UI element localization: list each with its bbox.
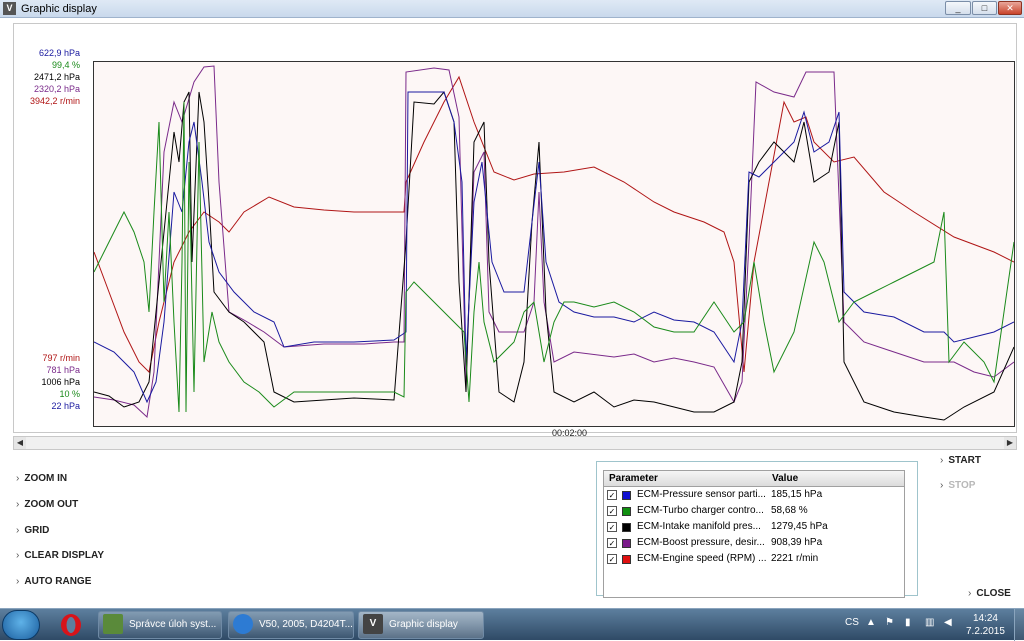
- grid-button[interactable]: › GRID: [16, 525, 49, 536]
- series-line-boost-pressure: [94, 65, 1014, 419]
- row-checkbox[interactable]: ✓: [607, 506, 617, 516]
- network-icon[interactable]: ▥: [925, 617, 934, 628]
- series-line-engine-speed: [94, 75, 1014, 374]
- parameter-name: ECM-Pressure sensor parti...: [637, 489, 766, 500]
- scroll-right-icon[interactable]: ▶: [1004, 437, 1016, 449]
- show-hidden-icons-icon[interactable]: ▲: [866, 617, 876, 628]
- taskbar-item-graphic-display[interactable]: V Graphic display: [358, 611, 484, 639]
- show-desktop-button[interactable]: [1014, 609, 1024, 641]
- parameter-value: 1279,45 hPa: [771, 521, 828, 532]
- axis-bottom-label-2: 781 hPa: [46, 365, 80, 375]
- parameter-panel: Parameter Value ✓ ECM-Pressure sensor pa…: [596, 461, 918, 598]
- header-parameter: Parameter: [609, 473, 658, 484]
- parameter-value: 908,39 hPa: [771, 537, 823, 548]
- row-checkbox[interactable]: ✓: [607, 490, 617, 500]
- axis-top-label-1: 622,9 hPa: [38, 48, 80, 58]
- table-row[interactable]: ✓ ECM-Turbo charger contro... 58,68 %: [604, 503, 904, 519]
- chevron-right-icon: ›: [16, 550, 20, 561]
- auto-range-button[interactable]: › AUTO RANGE: [16, 576, 91, 587]
- chevron-right-icon: ›: [16, 576, 20, 587]
- zoom-out-button[interactable]: › ZOOM OUT: [16, 499, 78, 510]
- parameter-name: ECM-Engine speed (RPM) ...: [637, 553, 767, 564]
- chevron-right-icon: ›: [16, 499, 20, 510]
- scroll-left-icon[interactable]: ◀: [14, 437, 26, 449]
- series-line-pressure-sensor: [94, 91, 1014, 404]
- title-bar: V Graphic display _ □ ✕: [0, 0, 1024, 18]
- axis-bottom-label-5: 22 hPa: [51, 401, 80, 411]
- close-window-button[interactable]: ✕: [998, 1, 1022, 15]
- taskbar: Správce úloh syst... V50, 2005, D4204T..…: [0, 608, 1024, 641]
- table-empty-area: [604, 567, 904, 597]
- axis-top-label-5: 3942,2 r/min: [29, 96, 80, 106]
- row-checkbox[interactable]: ✓: [607, 554, 617, 564]
- color-swatch: [622, 523, 631, 532]
- color-swatch: [622, 507, 631, 516]
- color-swatch: [622, 555, 631, 564]
- axis-bottom-label-1: 797 r/min: [42, 353, 80, 363]
- parameter-name: ECM-Boost pressure, desir...: [637, 537, 765, 548]
- clear-display-button[interactable]: › CLEAR DISPLAY: [16, 550, 104, 561]
- parameter-name: ECM-Intake manifold pres...: [637, 521, 761, 532]
- parameter-value: 2221 r/min: [771, 553, 819, 564]
- internet-explorer-icon: [233, 614, 253, 635]
- series-line-turbo-control: [94, 101, 1014, 413]
- parameter-table: Parameter Value ✓ ECM-Pressure sensor pa…: [603, 470, 905, 598]
- close-button[interactable]: › CLOSE: [968, 588, 1011, 599]
- maximize-button[interactable]: □: [972, 1, 997, 15]
- windows-start-icon[interactable]: [2, 610, 40, 640]
- table-header: Parameter Value: [604, 471, 904, 487]
- table-row[interactable]: ✓ ECM-Boost pressure, desir... 908,39 hP…: [604, 535, 904, 551]
- row-checkbox[interactable]: ✓: [607, 538, 617, 548]
- language-indicator[interactable]: CS: [845, 617, 859, 628]
- clock-date: 7.2.2015: [966, 626, 1005, 637]
- task-manager-icon: [103, 614, 123, 635]
- chevron-right-icon: ›: [16, 525, 20, 536]
- plot-canvas[interactable]: [93, 61, 1015, 427]
- clock-time: 14:24: [972, 613, 998, 624]
- system-clock[interactable]: 14:24 7.2.2015: [966, 612, 1005, 638]
- stop-button: › STOP: [940, 480, 976, 491]
- axis-top-label-4: 2320,2 hPa: [33, 84, 80, 94]
- taskbar-item-task-manager[interactable]: Správce úloh syst...: [98, 611, 222, 639]
- header-value: Value: [772, 473, 799, 484]
- axis-bottom-label-4: 10 %: [59, 389, 80, 399]
- opera-browser-icon[interactable]: [56, 612, 86, 638]
- chevron-right-icon: ›: [968, 588, 972, 599]
- taskbar-item-internet-explorer[interactable]: V50, 2005, D4204T...: [228, 611, 354, 639]
- table-row[interactable]: ✓ ECM-Engine speed (RPM) ... 2221 r/min: [604, 551, 904, 567]
- minimize-button[interactable]: _: [945, 1, 971, 15]
- horizontal-scrollbar[interactable]: ◀ ▶: [13, 436, 1017, 450]
- window-title: Graphic display: [21, 3, 97, 15]
- action-center-flag-icon[interactable]: ⚑: [885, 617, 894, 628]
- vida-app-icon: V: [363, 614, 383, 635]
- axis-bottom-label-3: 1006 hPa: [41, 377, 80, 387]
- chevron-right-icon: ›: [940, 455, 944, 466]
- volume-icon[interactable]: ◀: [944, 617, 952, 628]
- zoom-in-button[interactable]: › ZOOM IN: [16, 473, 67, 484]
- battery-icon[interactable]: ▮: [905, 617, 911, 628]
- chevron-right-icon: ›: [940, 480, 944, 491]
- series-line-intake-manifold: [94, 90, 1014, 421]
- color-swatch: [622, 491, 631, 500]
- parameter-name: ECM-Turbo charger contro...: [637, 505, 764, 516]
- main-content: 622,9 hPa 99,4 % 2471,2 hPa 2320,2 hPa 3…: [0, 18, 1024, 608]
- axis-top-label-2: 99,4 %: [51, 60, 80, 70]
- table-row[interactable]: ✓ ECM-Pressure sensor parti... 185,15 hP…: [604, 487, 904, 503]
- row-checkbox[interactable]: ✓: [607, 522, 617, 532]
- parameter-value: 58,68 %: [771, 505, 808, 516]
- app-logo-icon: V: [3, 2, 16, 15]
- table-row[interactable]: ✓ ECM-Intake manifold pres... 1279,45 hP…: [604, 519, 904, 535]
- axis-top-label-3: 2471,2 hPa: [33, 72, 80, 82]
- chevron-right-icon: ›: [16, 473, 20, 484]
- color-swatch: [622, 539, 631, 548]
- parameter-value: 185,15 hPa: [771, 489, 823, 500]
- start-button[interactable]: › START: [940, 455, 981, 466]
